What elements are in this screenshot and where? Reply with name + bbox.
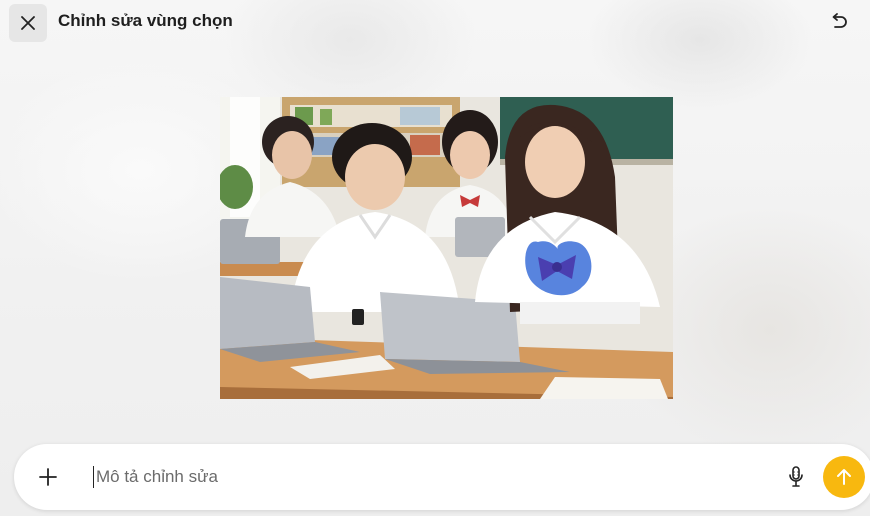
page-title: Chỉnh sửa vùng chọn <box>58 11 233 30</box>
microphone-icon <box>789 466 803 487</box>
send-button[interactable] <box>823 456 865 498</box>
undo-icon <box>832 13 847 28</box>
prompt-composer <box>14 444 870 510</box>
edited-photo[interactable] <box>220 97 673 399</box>
microphone-button[interactable] <box>783 463 809 491</box>
arrow-up-icon <box>837 469 851 485</box>
close-button[interactable] <box>9 4 47 42</box>
add-button[interactable] <box>36 465 60 489</box>
text-caret <box>93 466 94 488</box>
plus-icon <box>39 468 57 486</box>
edit-description-input[interactable] <box>96 466 736 488</box>
undo-button[interactable] <box>822 6 856 38</box>
close-icon <box>21 16 35 30</box>
